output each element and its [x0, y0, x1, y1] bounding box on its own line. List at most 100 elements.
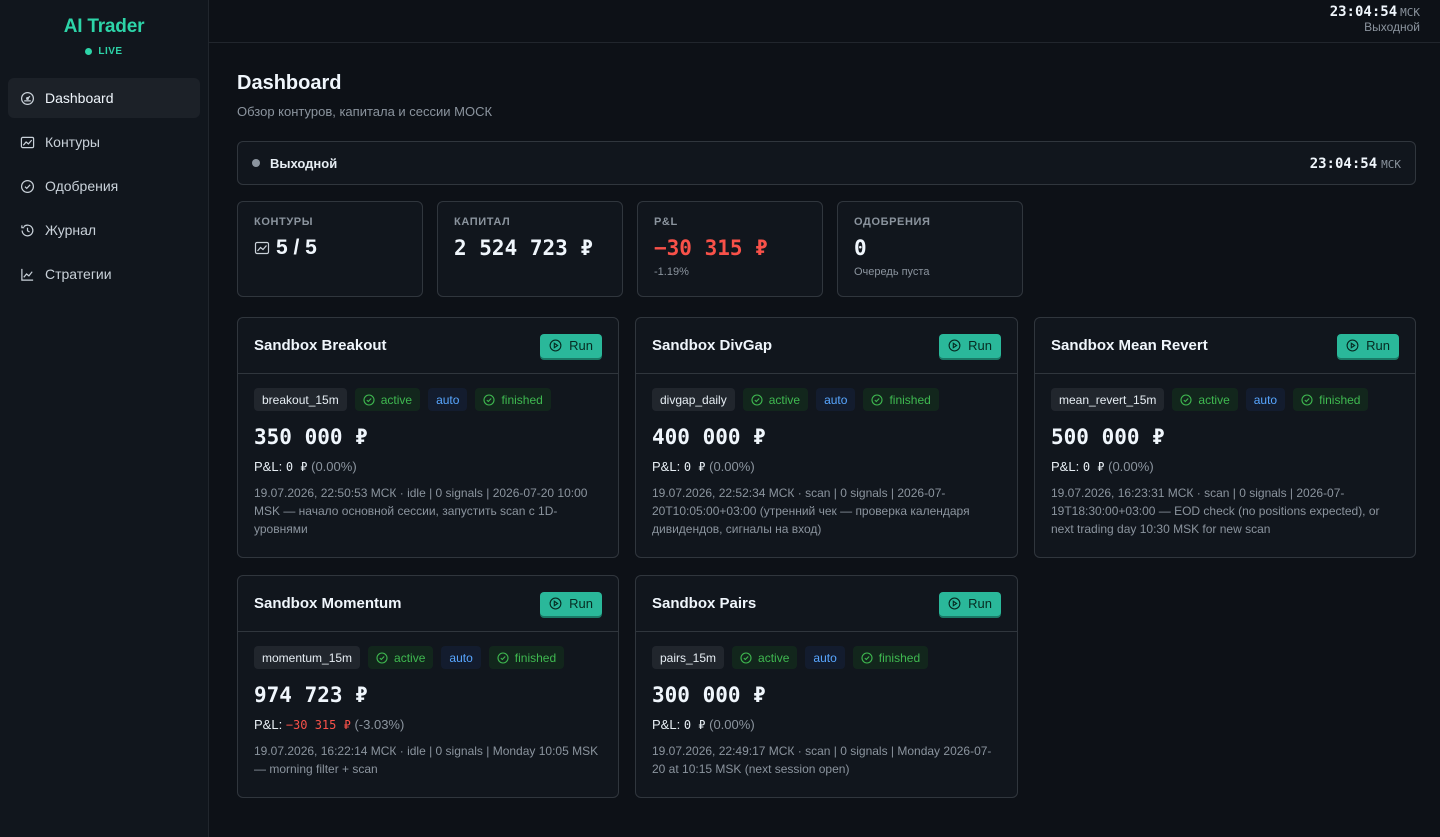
chart-line-icon: [254, 241, 270, 255]
card-tags: divgap_daily active auto finished: [652, 388, 1001, 411]
card-capital: 350 000 ₽: [254, 425, 368, 449]
contour-card: Sandbox Breakout Run breakout_15m active aut…: [237, 317, 619, 558]
pnl-label: P&L:: [254, 459, 283, 474]
contour-card: Sandbox Pairs Run pairs_15m active auto finis…: [635, 575, 1018, 798]
card-capital: 974 723 ₽: [254, 683, 368, 707]
check-circle-icon: [871, 393, 883, 406]
check-circle-icon: [497, 651, 509, 664]
mode-badge: auto: [1245, 388, 1286, 411]
check-circle-icon: [1180, 393, 1192, 406]
stat-label: P&L: [654, 216, 678, 228]
state-label: finished: [514, 650, 557, 665]
chart-line-icon: [20, 136, 35, 148]
status-label: active: [758, 650, 790, 665]
sidebar-item-label: Одобрения: [45, 178, 119, 194]
approvals-queue-status: Очередь пуста: [854, 266, 930, 278]
state-badge: finished: [863, 388, 939, 411]
run-button[interactable]: Run: [1337, 333, 1399, 358]
session-time: 23:04:54: [1309, 155, 1378, 172]
live-indicator: LIVE: [85, 46, 122, 57]
stat-capital: КАПИТАЛ 2 524 723 ₽: [437, 201, 623, 297]
state-badge: finished: [852, 646, 929, 669]
contour-grid: Sandbox Breakout Run breakout_15m active aut…: [237, 317, 1416, 798]
pnl-value: −30 315 ₽: [654, 236, 768, 260]
mode-badge: auto: [428, 388, 468, 411]
live-label: LIVE: [98, 46, 123, 57]
card-tags: breakout_15m active auto finished: [254, 388, 602, 411]
stats-row: КОНТУРЫ 5 / 5 КАПИТАЛ 2 524 723 ₽ P&L −3…: [237, 201, 1416, 297]
strategy-id-tag: breakout_15m: [254, 388, 347, 411]
card-header: Sandbox Pairs Run: [636, 576, 1017, 632]
run-label: Run: [569, 338, 593, 353]
stat-contours: КОНТУРЫ 5 / 5: [237, 201, 423, 297]
top-clock-tz: МСК: [1400, 6, 1420, 19]
card-capital: 400 000 ₽: [652, 425, 766, 449]
pnl-value: 0 ₽: [285, 460, 308, 474]
card-pnl: P&L: 0 ₽ (0.00%): [1051, 459, 1399, 474]
card-capital: 300 000 ₽: [652, 683, 766, 707]
sidebar-item-label: Стратегии: [45, 266, 112, 282]
run-button[interactable]: Run: [540, 333, 602, 358]
run-button[interactable]: Run: [540, 591, 602, 616]
sidebar-item-label: Контуры: [45, 134, 100, 150]
stat-label: КАПИТАЛ: [454, 216, 511, 228]
approvals-count: 0: [854, 236, 867, 260]
trend-icon: [21, 268, 34, 281]
topbar: 23:04:54 МСК Выходной: [209, 0, 1440, 43]
pnl-percent: (0.00%): [709, 717, 755, 732]
run-button[interactable]: Run: [939, 333, 1001, 358]
mode-badge: auto: [441, 646, 481, 669]
run-button[interactable]: Run: [939, 591, 1001, 616]
pnl-percent: -1.19%: [654, 266, 689, 278]
check-circle-icon: [861, 651, 873, 664]
check-circle-icon: [363, 393, 375, 406]
sidebar-item-journal[interactable]: Журнал: [8, 210, 200, 250]
status-badge: active: [742, 388, 809, 411]
sidebar-item-approvals[interactable]: Одобрения: [8, 166, 200, 206]
sidebar-item-strategies[interactable]: Стратегии: [8, 254, 200, 294]
contour-card: Sandbox DivGap Run divgap_daily active auto f…: [635, 317, 1018, 558]
capital-value: 2 524 723 ₽: [454, 236, 594, 260]
pnl-percent: (0.00%): [311, 459, 357, 474]
run-label: Run: [569, 596, 593, 611]
sidebar-item-dashboard[interactable]: Dashboard: [8, 78, 200, 118]
status-label: active: [394, 650, 426, 665]
session-status: Выходной: [270, 155, 338, 171]
card-tags: pairs_15m active auto finished: [652, 646, 1001, 669]
stat-approvals: ОДОБРЕНИЯ 0 Очередь пуста: [837, 201, 1023, 297]
mode-badge: auto: [805, 646, 845, 669]
state-label: finished: [1319, 392, 1361, 407]
sidebar-nav: Dashboard Контуры Одобрения Журнал Страт…: [0, 74, 208, 302]
card-pnl: P&L: −30 315 ₽ (-3.03%): [254, 717, 602, 732]
top-clock-time: 23:04:54: [1329, 4, 1398, 20]
card-body: breakout_15m active auto finished 350 000 ₽ P…: [238, 374, 618, 552]
status-label: active: [380, 392, 413, 407]
mode-badge: auto: [816, 388, 856, 411]
stat-label: КОНТУРЫ: [254, 216, 314, 228]
card-pnl: P&L: 0 ₽ (0.00%): [652, 717, 1001, 732]
pnl-percent: (-3.03%): [354, 717, 405, 732]
state-badge: finished: [1293, 388, 1369, 411]
card-pnl: P&L: 0 ₽ (0.00%): [652, 459, 1001, 474]
pnl-value: 0 ₽: [683, 460, 706, 474]
run-label: Run: [1366, 338, 1390, 353]
status-badge: active: [1172, 388, 1238, 411]
status-badge: active: [354, 388, 421, 411]
session-dot-icon: [252, 159, 260, 167]
sidebar-item-label: Журнал: [45, 222, 97, 238]
sidebar: AI Trader LIVE Dashboard Контуры Одобрен…: [0, 0, 209, 837]
top-session-status: Выходной: [1364, 20, 1420, 34]
stat-value: 5 / 5: [254, 236, 406, 260]
status-badge: active: [732, 646, 798, 669]
state-label: finished: [878, 650, 921, 665]
card-header: Sandbox Momentum Run: [238, 576, 618, 632]
check-circle-icon: [751, 393, 763, 406]
pnl-value: −30 315 ₽: [285, 718, 351, 732]
card-tags: mean_revert_15m active auto finished: [1051, 388, 1399, 411]
run-label: Run: [968, 596, 992, 611]
card-body: divgap_daily active auto finished 400 000 ₽ P…: [636, 374, 1017, 552]
check-circle-icon: [483, 393, 495, 406]
main-content: Dashboard Обзор контуров, капитала и сес…: [237, 43, 1416, 798]
card-note: 19.07.2026, 22:49:17 МСК · scan | 0 sign…: [652, 744, 992, 776]
sidebar-item-contours[interactable]: Контуры: [8, 122, 200, 162]
